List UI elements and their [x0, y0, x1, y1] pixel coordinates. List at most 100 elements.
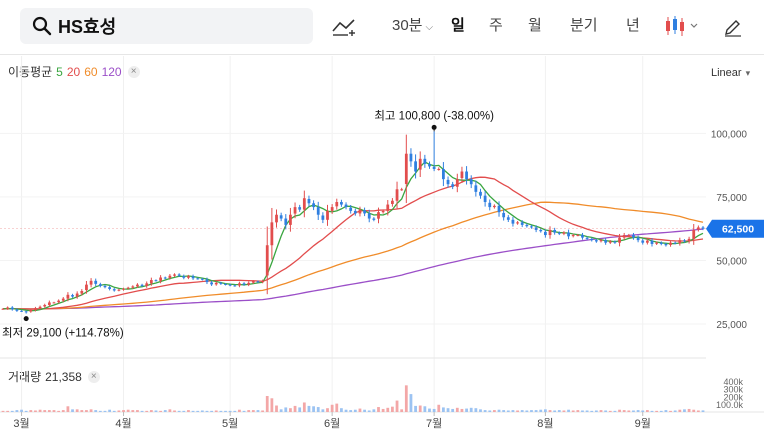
interval-quarter-button[interactable]: 분기 [570, 14, 598, 35]
candle-type-icon[interactable] [664, 15, 700, 37]
candle-body [247, 282, 251, 285]
candle-body [98, 284, 102, 286]
candle [330, 204, 334, 214]
volume-bar [451, 408, 455, 412]
volume-bar [66, 406, 70, 412]
volume-bar [224, 410, 227, 412]
candle-body [576, 235, 580, 237]
volume-bar [696, 410, 700, 412]
chevron-down-icon: ⌵ [425, 22, 434, 33]
candle [210, 280, 213, 286]
candle [557, 231, 561, 236]
volume-bar [506, 410, 510, 412]
pencil-icon[interactable] [723, 17, 743, 37]
candle [154, 279, 158, 282]
volume-bar [24, 410, 28, 412]
volume-bar [182, 410, 186, 412]
candle-body [548, 229, 552, 236]
candle [270, 207, 274, 260]
volume-bar [594, 410, 598, 412]
interval-week-button[interactable]: 주 [489, 14, 503, 35]
search-icon[interactable] [32, 16, 52, 36]
ma-legend[interactable]: 이동평균 5 20 60 120 × [8, 63, 140, 80]
volume-bar [627, 410, 631, 412]
volume-bar [15, 410, 19, 412]
candle [242, 282, 246, 286]
candle-body [701, 227, 705, 229]
candle [247, 281, 251, 287]
candle [312, 200, 315, 211]
candle [645, 238, 649, 245]
draw-trend-icon[interactable] [332, 17, 358, 37]
stock-name[interactable]: HS효성 [58, 13, 116, 39]
candle-body [511, 219, 515, 224]
candle-body [238, 283, 241, 286]
candle-body [38, 306, 42, 309]
candle [613, 240, 617, 244]
candle [451, 181, 455, 190]
candle [391, 198, 394, 207]
interval-30min-button[interactable]: 30분 ⌵ [392, 14, 433, 35]
candle-body [182, 276, 186, 278]
candle [353, 208, 357, 216]
candle-body [414, 161, 417, 172]
scale-selector[interactable]: Linear ▾ [711, 67, 750, 79]
candle-body [488, 202, 492, 208]
interval-day-button[interactable]: 일 [451, 14, 465, 35]
interval-year-button[interactable]: 년 [626, 14, 640, 35]
candle [516, 221, 519, 225]
volume-bar [80, 410, 84, 412]
volume-bar [279, 409, 283, 412]
volume-bar [228, 410, 232, 412]
candle-body [265, 245, 269, 276]
volume-bar [455, 407, 459, 412]
candle [340, 199, 343, 207]
candle-body [539, 229, 543, 232]
volume-bar [61, 410, 65, 412]
candle [687, 236, 691, 244]
volume-bar [367, 410, 371, 412]
candle [238, 281, 241, 288]
volume-bar [613, 410, 617, 412]
candle [61, 297, 65, 303]
volume-bar [372, 409, 376, 412]
candle-body [284, 218, 288, 225]
volume-bar [265, 396, 269, 412]
candle [414, 154, 417, 179]
candle [395, 181, 399, 209]
candle-body [604, 240, 608, 243]
close-icon[interactable]: × [87, 370, 100, 383]
axes: 100,000 75,000 50,000 25,000 400k300k200k100… [0, 129, 764, 430]
volume-legend[interactable]: 거래량 21,358 × [8, 368, 100, 385]
candle [608, 240, 612, 245]
volume-bar [43, 410, 47, 412]
volume-bar [659, 410, 663, 412]
volume-bar [108, 409, 112, 412]
candle-body [29, 310, 33, 312]
candle [112, 288, 116, 292]
volume-bar [233, 410, 237, 412]
current-price-badge: 62,500 [0, 219, 764, 238]
candle-body [613, 241, 617, 243]
candle-body [168, 275, 172, 278]
search-box[interactable]: HS효성 [20, 8, 313, 44]
candle-body [641, 240, 645, 243]
candle [669, 240, 672, 247]
ma-20-line [2, 176, 704, 310]
volume-bar [585, 410, 589, 412]
candle-body [409, 153, 413, 162]
candle [316, 201, 320, 220]
candle-body [581, 235, 584, 238]
candle [479, 188, 482, 199]
close-icon[interactable]: × [127, 65, 140, 78]
candle-body [43, 304, 47, 307]
volume-bar [553, 410, 557, 412]
volume-bar [289, 408, 292, 412]
candle-body [483, 195, 487, 203]
low-annotation: 최저 29,100 (+114.78%) [2, 327, 124, 340]
candle-body [622, 235, 626, 238]
interval-month-button[interactable]: 월 [528, 14, 542, 35]
candle-body [85, 284, 88, 291]
volume-bar [557, 410, 561, 412]
candle-body [673, 242, 677, 244]
